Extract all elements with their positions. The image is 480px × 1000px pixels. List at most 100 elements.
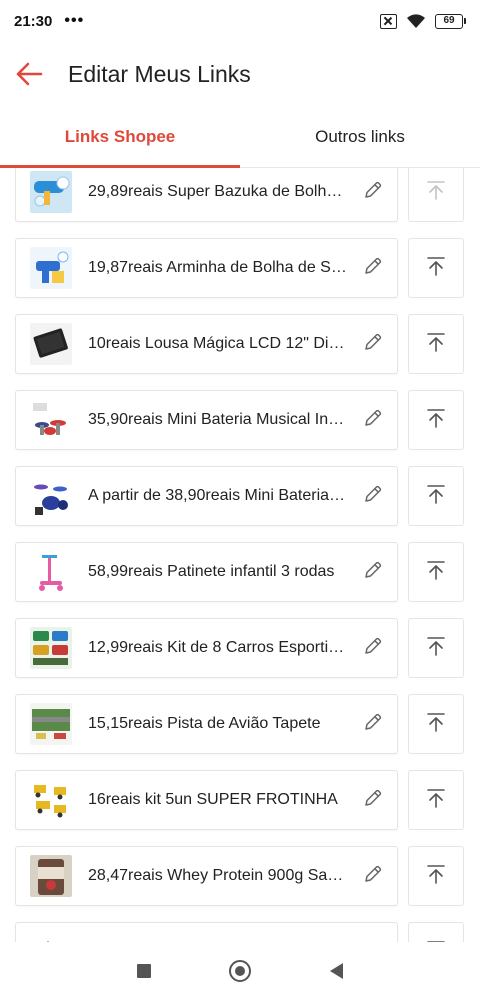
arrow-to-top-icon — [425, 559, 447, 586]
move-to-top-button[interactable] — [408, 168, 464, 222]
home-icon — [229, 960, 251, 982]
arrow-to-top-icon — [425, 331, 447, 358]
back-triangle-icon — [329, 963, 343, 979]
link-card[interactable]: 10reais Lousa Mágica LCD 12" Digital — [15, 314, 398, 374]
arrow-to-top-icon — [425, 635, 447, 662]
move-to-top-button[interactable] — [408, 390, 464, 450]
recents-button[interactable] — [96, 951, 192, 991]
link-title: 19,87reais Arminha de Bolha de Sabão — [88, 259, 347, 276]
edit-link-button[interactable] — [355, 478, 391, 514]
arrow-to-top-icon — [425, 407, 447, 434]
list-item: 16reais kit 5un SUPER FROTINHA — [0, 762, 480, 838]
link-card[interactable]: 15,15reais Pista de Avião Tapete — [15, 694, 398, 754]
link-card[interactable]: 12,99reais Kit de 8 Carros Esportivos — [15, 618, 398, 678]
link-title: 29,89reais Super Bazuka de Bolha de Sabã… — [88, 183, 347, 200]
status-time: 21:30 — [14, 12, 53, 30]
edit-link-button[interactable] — [355, 554, 391, 590]
pencil-icon — [362, 863, 384, 890]
link-title: 15,15reais Pista de Avião Tapete — [88, 715, 321, 732]
arrow-to-top-icon — [425, 255, 447, 282]
product-thumbnail — [30, 931, 72, 942]
edit-link-button[interactable] — [355, 858, 391, 894]
page-title: Editar Meus Links — [68, 60, 251, 87]
home-button[interactable] — [192, 951, 288, 991]
pencil-icon — [362, 711, 384, 738]
construction-trucks-thumbnail — [30, 779, 72, 821]
pencil-icon — [362, 255, 384, 282]
drum-set-thumbnail — [30, 475, 72, 517]
link-title: 28,47reais Whey Protein 900g Sabor — [88, 867, 347, 884]
wifi-icon — [407, 14, 425, 28]
list-item: 19,87reais Arminha de Bolha de Sabão — [0, 230, 480, 306]
move-to-top-button[interactable] — [408, 466, 464, 526]
list-item: 28,47reais Whey Protein 900g Sabor — [0, 838, 480, 914]
edit-link-button[interactable] — [355, 250, 391, 286]
toy-cars-thumbnail — [30, 627, 72, 669]
list-item — [0, 914, 480, 942]
pencil-icon — [362, 179, 384, 206]
back-button[interactable] — [13, 58, 45, 90]
move-to-top-button[interactable] — [408, 238, 464, 298]
link-card[interactable]: 35,90reais Mini Bateria Musical Infantil — [15, 390, 398, 450]
edit-link-button[interactable] — [355, 934, 391, 942]
link-card[interactable]: 19,87reais Arminha de Bolha de Sabão — [15, 238, 398, 298]
tab-bar: Links Shopee Outros links — [0, 106, 480, 168]
move-to-top-button[interactable] — [408, 314, 464, 374]
link-card[interactable]: 58,99reais Patinete infantil 3 rodas — [15, 542, 398, 602]
link-title: 16reais kit 5un SUPER FROTINHA — [88, 791, 338, 808]
status-dots: ••• — [64, 12, 85, 29]
move-to-top-button[interactable] — [408, 694, 464, 754]
link-card[interactable]: 29,89reais Super Bazuka de Bolha de Sabã… — [15, 168, 398, 222]
list-item: A partir de 38,90reais Mini Bateria Infa… — [0, 458, 480, 534]
arrow-to-top-icon — [425, 483, 447, 510]
arrow-to-top-icon — [425, 179, 447, 206]
status-bar: 21:30 ••• 69 — [0, 0, 480, 42]
arrow-to-top-icon — [425, 863, 447, 890]
battery-level: 69 — [435, 13, 463, 29]
move-to-top-button[interactable] — [408, 846, 464, 906]
scooter-thumbnail — [30, 551, 72, 593]
whey-protein-thumbnail — [30, 855, 72, 897]
pencil-icon — [362, 331, 384, 358]
tab-outros-links[interactable]: Outros links — [240, 106, 480, 167]
move-to-top-button[interactable] — [408, 922, 464, 942]
list-item: 15,15reais Pista de Avião Tapete — [0, 686, 480, 762]
move-to-top-button[interactable] — [408, 770, 464, 830]
links-list[interactable]: 29,89reais Super Bazuka de Bolha de Sabã… — [0, 168, 480, 942]
drum-kit-thumbnail — [30, 399, 72, 441]
link-title: A partir de 38,90reais Mini Bateria Infa… — [88, 487, 347, 504]
link-card[interactable]: 28,47reais Whey Protein 900g Sabor — [15, 846, 398, 906]
edit-link-button[interactable] — [355, 326, 391, 362]
edit-link-button[interactable] — [355, 706, 391, 742]
battery-icon: 69 — [435, 13, 466, 29]
link-title: 35,90reais Mini Bateria Musical Infantil — [88, 411, 347, 428]
list-item: 58,99reais Patinete infantil 3 rodas — [0, 534, 480, 610]
pencil-icon — [362, 407, 384, 434]
pencil-icon — [362, 483, 384, 510]
pencil-icon — [362, 559, 384, 586]
link-title: 10reais Lousa Mágica LCD 12" Digital — [88, 335, 347, 352]
list-item: 35,90reais Mini Bateria Musical Infantil — [0, 382, 480, 458]
nav-back-button[interactable] — [288, 951, 384, 991]
edit-link-button[interactable] — [355, 630, 391, 666]
bubble-bazooka-thumbnail — [30, 171, 72, 213]
tab-links-shopee[interactable]: Links Shopee — [0, 106, 240, 168]
links-list-content: 29,89reais Super Bazuka de Bolha de Sabã… — [0, 168, 480, 942]
link-card[interactable] — [15, 922, 398, 942]
pencil-icon — [362, 635, 384, 662]
move-to-top-button[interactable] — [408, 618, 464, 678]
lcd-tablet-thumbnail — [30, 323, 72, 365]
link-card[interactable]: 16reais kit 5un SUPER FROTINHA — [15, 770, 398, 830]
no-sim-icon — [380, 13, 397, 29]
edit-link-button[interactable] — [355, 402, 391, 438]
edit-link-button[interactable] — [355, 174, 391, 210]
play-mat-thumbnail — [30, 703, 72, 745]
edit-link-button[interactable] — [355, 782, 391, 818]
app-bar: Editar Meus Links — [0, 42, 480, 106]
move-to-top-button[interactable] — [408, 542, 464, 602]
link-card[interactable]: A partir de 38,90reais Mini Bateria Infa… — [15, 466, 398, 526]
link-title: 12,99reais Kit de 8 Carros Esportivos — [88, 639, 347, 656]
bubble-gun-thumbnail — [30, 247, 72, 289]
arrow-to-top-icon — [425, 787, 447, 814]
link-title: 58,99reais Patinete infantil 3 rodas — [88, 563, 335, 580]
